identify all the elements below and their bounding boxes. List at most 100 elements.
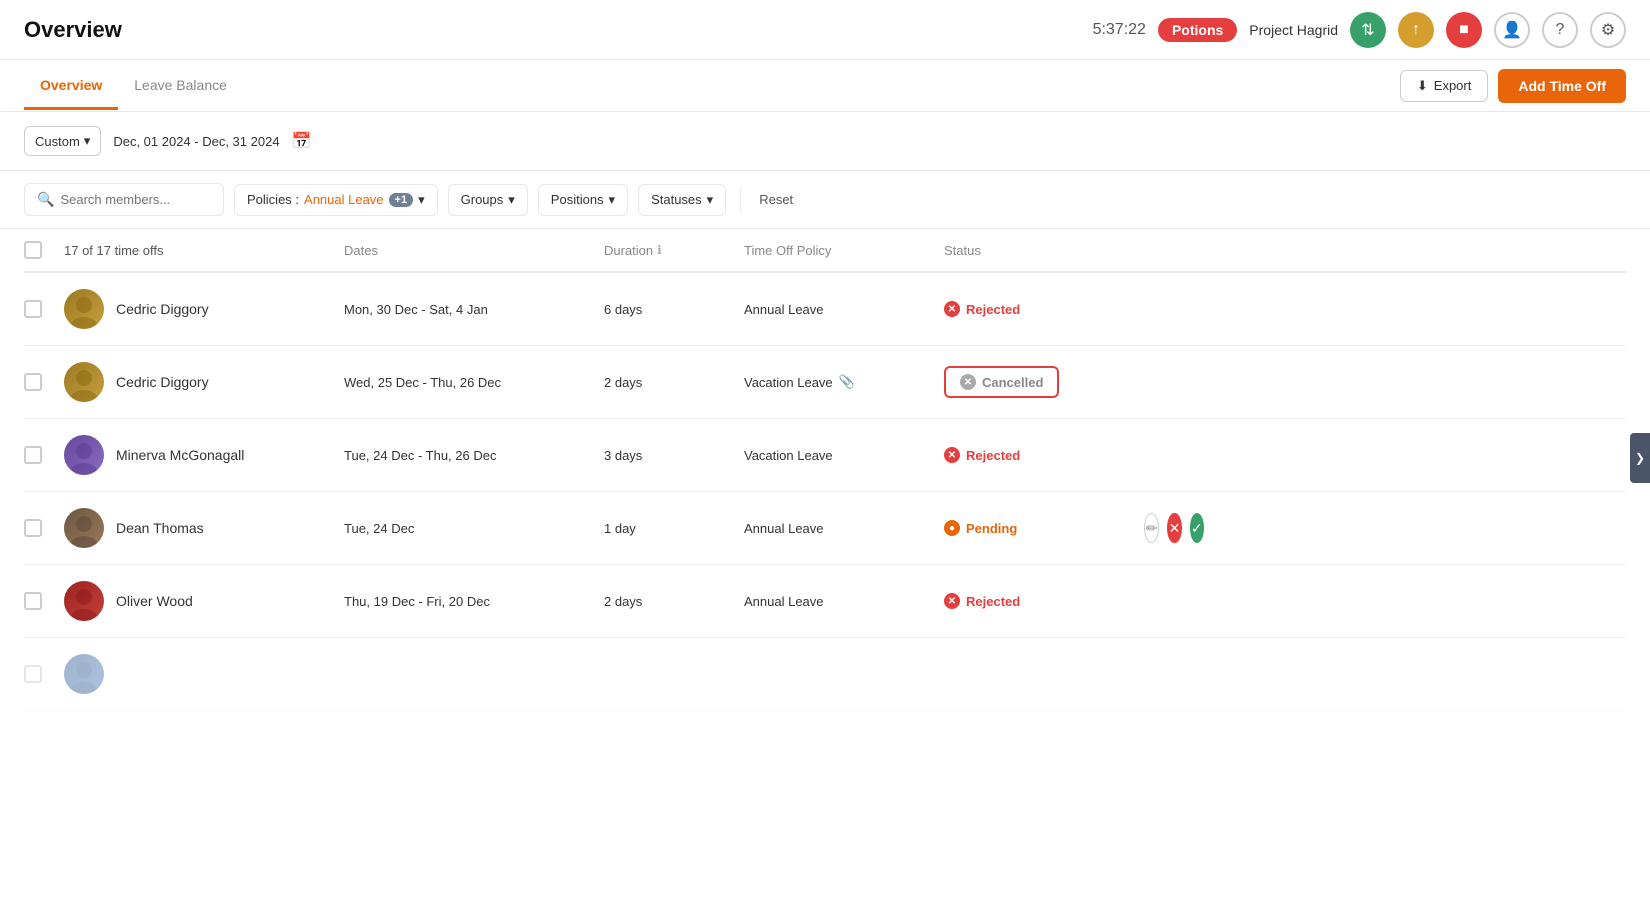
divider (740, 188, 741, 212)
icon-upload[interactable]: ↑ (1398, 12, 1434, 48)
row4-status-label: Pending (966, 521, 1017, 536)
row6-checkbox-cell (24, 665, 64, 683)
row2-name: Cedric Diggory (116, 374, 209, 390)
row1-dates: Mon, 30 Dec - Sat, 4 Jan (344, 302, 604, 317)
count-label: 17 of 17 time offs (64, 243, 344, 258)
row2-checkbox[interactable] (24, 373, 42, 391)
row1-duration: 6 days (604, 302, 744, 317)
row4-status: ● Pending (944, 520, 1144, 536)
positions-label: Positions (551, 192, 604, 207)
row4-policy: Annual Leave (744, 521, 944, 536)
approve-button[interactable]: ✓ (1190, 513, 1204, 543)
groups-filter[interactable]: Groups ▾ (448, 184, 528, 216)
row5-status-label: Rejected (966, 594, 1020, 609)
table-row: Minerva McGonagall Tue, 24 Dec - Thu, 26… (24, 419, 1626, 492)
row1-checkbox[interactable] (24, 300, 42, 318)
positions-filter[interactable]: Positions ▾ (538, 184, 628, 216)
row6-member (64, 654, 344, 694)
statuses-label: Statuses (651, 192, 702, 207)
custom-dropdown[interactable]: Custom ▾ (24, 126, 101, 156)
select-all-checkbox[interactable] (24, 241, 42, 259)
row3-status-label: Rejected (966, 448, 1020, 463)
row4-checkbox-cell (24, 519, 64, 537)
row2-checkbox-cell (24, 373, 64, 391)
icon-settings[interactable]: ⚙ (1590, 12, 1626, 48)
statuses-chevron-icon: ▾ (707, 192, 714, 208)
reject-button[interactable]: ✕ (1167, 513, 1181, 543)
tabs-right: ⬇ Export Add Time Off (1400, 69, 1626, 103)
row4-checkbox[interactable] (24, 519, 42, 537)
row2-status-label: Cancelled (982, 375, 1043, 390)
export-label: Export (1434, 78, 1472, 93)
icon-user[interactable]: 👤 (1494, 12, 1530, 48)
row2-duration: 2 days (604, 375, 744, 390)
policies-count: +1 (389, 193, 414, 207)
row3-member: Minerva McGonagall (64, 435, 344, 475)
edit-button[interactable]: ✏ (1144, 513, 1159, 543)
avatar (64, 435, 104, 475)
table-row: Cedric Diggory Mon, 30 Dec - Sat, 4 Jan … (24, 273, 1626, 346)
search-box: 🔍 (24, 183, 224, 216)
statuses-filter[interactable]: Statuses ▾ (638, 184, 726, 216)
custom-label: Custom (35, 134, 80, 149)
row5-name: Oliver Wood (116, 593, 193, 609)
export-button[interactable]: ⬇ Export (1400, 70, 1488, 102)
icon-swap[interactable]: ⇅ (1350, 12, 1386, 48)
policies-value: Annual Leave (304, 192, 384, 207)
header-policy: Time Off Policy (744, 243, 944, 258)
tab-leave-balance[interactable]: Leave Balance (118, 63, 243, 110)
row3-checkbox[interactable] (24, 446, 42, 464)
sidebar-collapse-button[interactable]: ❯ (1630, 433, 1650, 483)
project-label: Project Hagrid (1249, 22, 1338, 38)
avatar (64, 289, 104, 329)
top-bar: Overview 5:37:22 Potions Project Hagrid … (0, 0, 1650, 60)
header-dates: Dates (344, 243, 604, 258)
reset-button[interactable]: Reset (755, 185, 797, 214)
row5-status-dot: ✕ (944, 593, 960, 609)
row6-checkbox[interactable] (24, 665, 42, 683)
tab-overview[interactable]: Overview (24, 63, 118, 110)
row1-status: ✕ Rejected (944, 301, 1144, 317)
row2-policy: Vacation Leave 📎 (744, 374, 944, 390)
row5-status: ✕ Rejected (944, 593, 1144, 609)
add-time-off-button[interactable]: Add Time Off (1498, 69, 1626, 103)
row3-duration: 3 days (604, 448, 744, 463)
table-row: Dean Thomas Tue, 24 Dec 1 day Annual Lea… (24, 492, 1626, 565)
groups-chevron-icon: ▾ (508, 192, 515, 208)
table-row (24, 638, 1626, 711)
icon-help[interactable]: ? (1542, 12, 1578, 48)
row4-status-dot: ● (944, 520, 960, 536)
avatar (64, 362, 104, 402)
icon-stop[interactable]: ■ (1446, 12, 1482, 48)
tabs-left: Overview Leave Balance (24, 63, 243, 109)
policies-prefix: Policies : (247, 192, 299, 207)
row1-checkbox-cell (24, 300, 64, 318)
row4-name: Dean Thomas (116, 520, 204, 536)
groups-label: Groups (461, 192, 504, 207)
policies-filter[interactable]: Policies : Annual Leave +1 ▾ (234, 184, 438, 216)
row3-name: Minerva McGonagall (116, 447, 244, 463)
row5-checkbox[interactable] (24, 592, 42, 610)
row4-dates: Tue, 24 Dec (344, 521, 604, 536)
row3-checkbox-cell (24, 446, 64, 464)
row3-status-dot: ✕ (944, 447, 960, 463)
calendar-icon[interactable]: 📅 (292, 131, 312, 151)
row5-checkbox-cell (24, 592, 64, 610)
row2-status-dot: ✕ (960, 374, 976, 390)
table-area: 17 of 17 time offs Dates Duration ℹ Time… (0, 229, 1650, 711)
potions-badge[interactable]: Potions (1158, 18, 1237, 42)
policies-chevron-icon: ▾ (418, 192, 425, 208)
row1-name: Cedric Diggory (116, 301, 209, 317)
row5-policy: Annual Leave (744, 594, 944, 609)
duration-info-icon[interactable]: ℹ (657, 243, 662, 257)
nav-tabs: Overview Leave Balance ⬇ Export Add Time… (0, 60, 1650, 112)
clock-display: 5:37:22 (1093, 21, 1146, 39)
header-status: Status (944, 243, 1144, 258)
app-title: Overview (24, 17, 122, 43)
search-input[interactable] (60, 192, 210, 207)
row2-status: ✕ Cancelled (944, 366, 1144, 398)
row4-member: Dean Thomas (64, 508, 344, 548)
row4-actions: ✏ ✕ ✓ (1144, 513, 1204, 543)
table-row: Cedric Diggory Wed, 25 Dec - Thu, 26 Dec… (24, 346, 1626, 419)
row1-policy: Annual Leave (744, 302, 944, 317)
